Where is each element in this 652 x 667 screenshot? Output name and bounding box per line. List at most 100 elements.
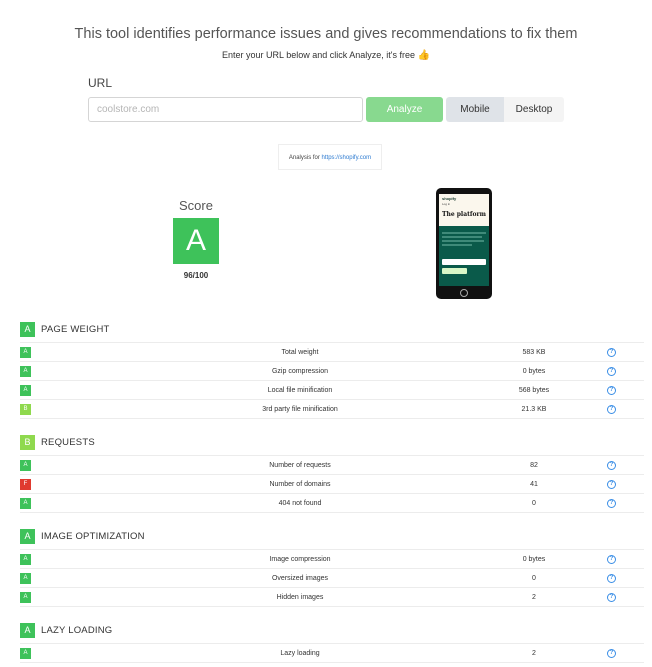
score-value: 96/100	[183, 271, 209, 280]
metric-grade-badge: A	[20, 648, 31, 659]
metric-label: Lazy loading	[280, 650, 320, 657]
preview-menu: Log in	[442, 202, 451, 206]
preview-logo: shopify	[442, 196, 457, 201]
metric-value: 41	[530, 481, 538, 488]
score-grade-badge: A	[173, 218, 219, 264]
metric-grade-badge: A	[20, 554, 31, 565]
metric-row: A Image compression 0 bytes?	[20, 550, 644, 569]
help-icon[interactable]: ?	[607, 555, 616, 564]
mobile-button[interactable]: Mobile	[446, 97, 504, 122]
section-page-weight: A PAGE WEIGHT A Total weight 583 KB? A Gzip co…	[20, 321, 644, 419]
metric-grade-badge: A	[20, 460, 31, 471]
preview-text-line	[442, 244, 472, 246]
metric-row: A Number of requests 82?	[20, 456, 644, 475]
metric-row: A Lazy loading 2?	[20, 644, 644, 663]
metric-label: Local file minification	[267, 387, 333, 394]
preview-cta-button	[442, 268, 467, 274]
metric-value: 583 KB	[522, 349, 546, 356]
section-grade-badge: B	[20, 434, 35, 450]
metric-row: A Oversized images 0?	[20, 569, 644, 588]
preview-text-line	[442, 232, 486, 234]
section-title: LAZY LOADING	[41, 624, 113, 636]
help-icon[interactable]: ?	[607, 593, 616, 602]
help-icon[interactable]: ?	[607, 574, 616, 583]
desktop-button[interactable]: Desktop	[504, 97, 564, 122]
metric-label: Hidden images	[276, 594, 324, 601]
metric-grade-badge: A	[20, 498, 31, 509]
analyze-button[interactable]: Analyze	[366, 97, 443, 122]
preview-hero: shopify Log in The platform	[439, 194, 489, 226]
analysis-for-label: Analysis for	[288, 155, 320, 161]
section-requests: B REQUESTS A Number of requests 82? F Number o…	[20, 434, 644, 513]
metric-row: A Hidden images 2?	[20, 588, 644, 607]
metric-label: Number of domains	[269, 481, 331, 488]
subtitle-text: Enter your URL below and click Analyze, …	[222, 50, 415, 60]
metric-label: Total weight	[281, 349, 319, 356]
analysis-url-link[interactable]: https://shopify.com	[322, 155, 372, 161]
section-header: A LAZY LOADING	[20, 622, 644, 638]
section-image-optimization: A IMAGE OPTIMIZATION A Image compression 0 b…	[20, 528, 644, 607]
page-subtitle: Enter your URL below and click Analyze, …	[0, 50, 652, 61]
help-icon[interactable]: ?	[607, 480, 616, 489]
metric-label: Gzip compression	[271, 368, 329, 375]
url-label: URL	[88, 76, 113, 90]
section-header: A PAGE WEIGHT	[20, 321, 644, 337]
metric-label: Oversized images	[271, 575, 329, 582]
help-icon[interactable]: ?	[607, 649, 616, 658]
section-title: PAGE WEIGHT	[41, 323, 110, 335]
metric-row: A Gzip compression 0 bytes?	[20, 362, 644, 381]
section-title: IMAGE OPTIMIZATION	[41, 530, 145, 542]
preview-email-input	[442, 259, 486, 265]
metric-value: 568 bytes	[518, 387, 550, 394]
metric-value: 2	[532, 594, 536, 601]
metric-value: 2	[532, 650, 536, 657]
metric-grade-badge: A	[20, 385, 31, 396]
preview-screen: shopify Log in The platform	[439, 194, 489, 286]
metric-value: 0	[532, 575, 536, 582]
metric-row: A Total weight 583 KB?	[20, 343, 644, 362]
page-headline: This tool identifies performance issues …	[74, 26, 578, 42]
device-toggle: Mobile Desktop	[446, 97, 564, 122]
metric-label: Number of requests	[269, 462, 331, 469]
metric-row: F Number of domains 41?	[20, 475, 644, 494]
metric-value: 82	[530, 462, 538, 469]
metric-row: A 404 not found 0?	[20, 494, 644, 513]
help-icon[interactable]: ?	[607, 461, 616, 470]
phone-home-button-icon	[460, 289, 468, 297]
metric-grade-badge: A	[20, 573, 31, 584]
score-label: Score	[179, 198, 213, 213]
thumbs-up-icon: 👍	[417, 50, 430, 61]
section-lazy-loading: A LAZY LOADING A Lazy loading 2?	[20, 622, 644, 663]
metric-row: B 3rd party file minification 21.3 KB?	[20, 400, 644, 419]
help-icon[interactable]: ?	[607, 405, 616, 414]
section-grade-badge: A	[20, 321, 35, 337]
section-header: A IMAGE OPTIMIZATION	[20, 528, 644, 544]
url-input[interactable]	[88, 97, 363, 122]
analysis-for-box: Analysis for https://shopify.com	[278, 144, 382, 170]
help-icon[interactable]: ?	[607, 499, 616, 508]
metric-table: A Image compression 0 bytes? A Oversized ima…	[20, 549, 644, 607]
section-header: B REQUESTS	[20, 434, 644, 450]
preview-title: The platform	[442, 211, 486, 218]
help-icon[interactable]: ?	[607, 348, 616, 357]
mobile-preview: shopify Log in The platform	[436, 188, 492, 299]
metric-label: 404 not found	[278, 500, 322, 507]
metric-value: 0	[532, 500, 536, 507]
metric-grade-badge: A	[20, 592, 31, 603]
metric-value: 0 bytes	[522, 368, 546, 375]
metric-value: 21.3 KB	[521, 406, 547, 413]
metric-table: A Lazy loading 2?	[20, 643, 644, 663]
metric-row: A Local file minification 568 bytes?	[20, 381, 644, 400]
metric-grade-badge: A	[20, 347, 31, 358]
metric-label: Image compression	[269, 556, 331, 563]
section-title: REQUESTS	[41, 436, 95, 448]
metric-grade-badge: A	[20, 366, 31, 377]
preview-text-line	[442, 240, 484, 242]
preview-text-line	[442, 236, 482, 238]
metric-grade-badge: F	[20, 479, 31, 490]
help-icon[interactable]: ?	[607, 386, 616, 395]
metric-table: A Number of requests 82? F Number of domains…	[20, 455, 644, 513]
metric-value: 0 bytes	[522, 556, 546, 563]
help-icon[interactable]: ?	[607, 367, 616, 376]
section-grade-badge: A	[20, 528, 35, 544]
